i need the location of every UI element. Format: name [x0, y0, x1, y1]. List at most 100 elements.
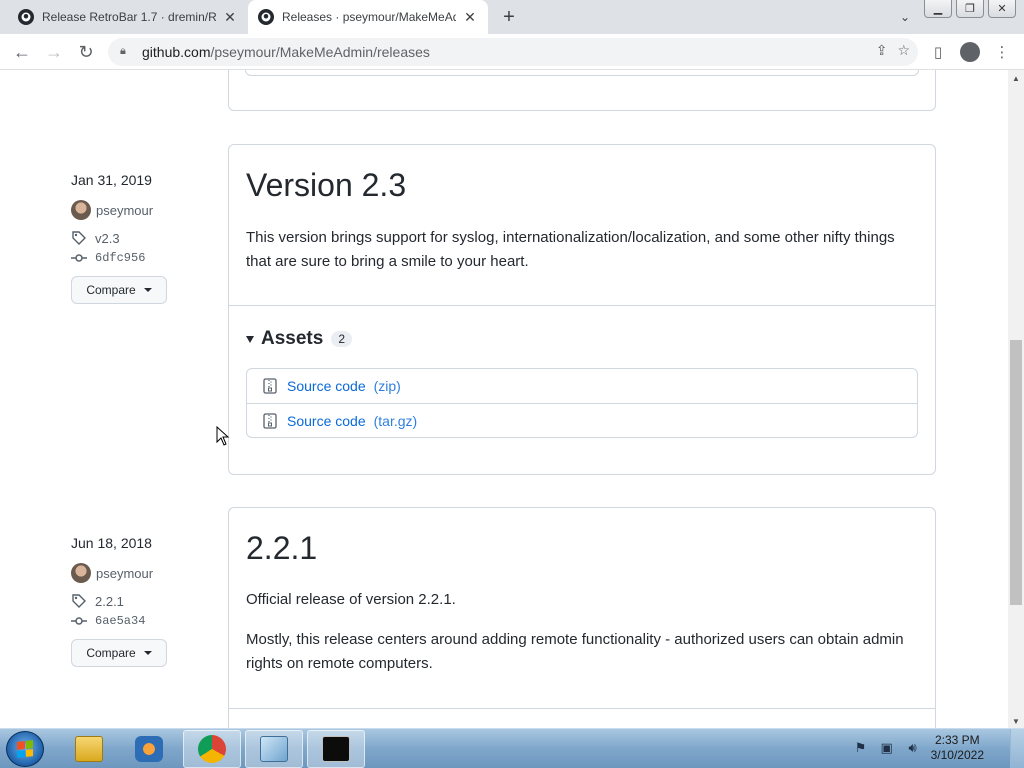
restore-button[interactable]: ❐ — [956, 0, 984, 18]
url-path: /pseymour/MakeMeAdmin/releases — [210, 44, 430, 60]
tab-search-icon[interactable]: ⌄ — [895, 8, 915, 26]
avatar — [71, 200, 91, 220]
release-meta: Jun 18, 2018 pseymour 2.2.1 6ae5a34 Comp… — [71, 535, 167, 667]
asset-row[interactable]: Source code (zip) — [247, 369, 917, 403]
release-body: This version brings support for syslog, … — [246, 226, 918, 274]
page-content: Jan 31, 2019 pseymour v2.3 6dfc956 Compa… — [0, 70, 1008, 728]
release-paragraph: Official release of version 2.2.1. — [246, 591, 456, 608]
file-zip-icon — [263, 412, 277, 429]
minimize-button[interactable]: ▁ — [924, 0, 952, 18]
author-row[interactable]: pseymour — [71, 563, 167, 583]
release-card: Version 2.3 This version brings support … — [228, 144, 936, 475]
divider — [229, 708, 935, 709]
url-host: github.com — [142, 44, 211, 60]
window-close-button[interactable]: ✕ — [988, 0, 1016, 18]
release-title[interactable]: 2.2.1 — [246, 530, 317, 567]
terminal-icon — [322, 736, 350, 762]
release-body: Official release of version 2.2.1. Mostl… — [246, 588, 918, 676]
windows-logo-icon — [17, 740, 33, 758]
address-bar[interactable]: 🔒︎ github.com/pseymour/MakeMeAdmin/relea… — [108, 38, 918, 66]
clock-time: 2:33 PM — [934, 733, 980, 747]
folder-icon — [75, 736, 103, 762]
page-scrollbar[interactable]: ▲ ▼ — [1008, 70, 1024, 728]
share-icon[interactable]: ⇪ — [876, 42, 888, 59]
tag-icon — [71, 230, 89, 246]
tab-releases[interactable]: Releases · pseymour/MakeMeAd ✕ — [248, 0, 488, 34]
asset-list: Source code (zip) Source code (tar.gz) — [246, 368, 918, 438]
scroll-up-icon[interactable]: ▲ — [1012, 74, 1020, 83]
menu-dots-icon[interactable]: ⋮ — [990, 40, 1014, 64]
author-name[interactable]: pseymour — [96, 203, 153, 218]
tag-icon — [71, 593, 89, 609]
author-name[interactable]: pseymour — [96, 566, 153, 581]
taskbar-cmd[interactable] — [307, 730, 365, 768]
chevron-down-icon — [143, 651, 152, 655]
asset-ext[interactable]: (tar.gz) — [374, 413, 418, 429]
commit-sha[interactable]: 6ae5a34 — [95, 614, 145, 628]
tag-row[interactable]: v2.3 — [71, 230, 167, 246]
commit-row[interactable]: 6dfc956 — [71, 250, 167, 266]
tab-title: Release RetroBar 1.7 · dremin/Re — [42, 10, 216, 24]
commit-row[interactable]: 6ae5a34 — [71, 613, 167, 629]
github-icon — [258, 9, 274, 25]
back-icon[interactable]: ← — [10, 40, 34, 64]
compare-label: Compare — [86, 283, 136, 297]
tag-row[interactable]: 2.2.1 — [71, 593, 167, 609]
chevron-down-icon — [143, 288, 152, 292]
release-card: 2.2.1 Official release of version 2.2.1.… — [228, 507, 936, 728]
volume-icon[interactable]: 🔊︎ — [905, 740, 921, 756]
close-icon[interactable]: ✕ — [222, 9, 238, 25]
release-date: Jun 18, 2018 — [71, 535, 152, 551]
media-player-icon — [135, 736, 163, 762]
compare-label: Compare — [86, 646, 136, 660]
asset-link[interactable]: Source code — [287, 378, 366, 394]
tag-name[interactable]: v2.3 — [95, 231, 120, 246]
taskbar-explorer[interactable] — [60, 730, 118, 768]
assets-toggle[interactable]: Assets 2 — [246, 328, 353, 350]
asset-ext[interactable]: (zip) — [374, 378, 401, 394]
asset-list-previous — [245, 70, 919, 76]
window-controls: ▁ ❐ ✕ — [924, 0, 1016, 18]
compare-button[interactable]: Compare — [71, 276, 167, 304]
release-card-previous — [228, 70, 936, 111]
author-row[interactable]: pseymour — [71, 200, 167, 220]
bookmark-star-icon[interactable]: ☆ — [897, 42, 910, 59]
tag-name[interactable]: 2.2.1 — [95, 594, 124, 609]
clock-date: 3/10/2022 — [930, 748, 984, 762]
close-icon[interactable]: ✕ — [462, 9, 478, 25]
profile-icon[interactable] — [958, 40, 982, 64]
clock[interactable]: 2:33 PM 3/10/2022 — [931, 733, 984, 763]
omnibox-actions: ⇪ ☆ — [876, 42, 910, 59]
github-icon — [18, 9, 34, 25]
assets-count-badge: 2 — [331, 331, 353, 347]
release-paragraph: Mostly, this release centers around addi… — [246, 631, 904, 672]
taskbar-media-player[interactable] — [120, 730, 178, 768]
asset-row[interactable]: Source code (tar.gz) — [247, 403, 917, 437]
asset-link[interactable]: Source code — [287, 413, 366, 429]
release-title[interactable]: Version 2.3 — [246, 167, 406, 204]
tab-retrobar[interactable]: Release RetroBar 1.7 · dremin/Re ✕ — [8, 0, 248, 34]
assets-label: Assets — [261, 328, 324, 349]
reload-icon[interactable]: ↻ — [74, 40, 98, 64]
new-tab-button[interactable]: + — [498, 6, 520, 28]
lock-icon: 🔒︎ — [120, 45, 126, 57]
system-tray: ⚑ ▣ 🔊︎ 2:33 PM 3/10/2022 — [853, 733, 984, 763]
scroll-down-icon[interactable]: ▼ — [1012, 717, 1020, 726]
start-button[interactable] — [6, 731, 44, 767]
compare-button[interactable]: Compare — [71, 639, 167, 667]
notepad-icon — [260, 736, 288, 762]
action-center-icon[interactable]: ⚑ — [853, 740, 869, 756]
taskbar-notepad[interactable] — [245, 730, 303, 768]
forward-icon[interactable]: → — [42, 40, 66, 64]
show-desktop-button[interactable] — [1010, 729, 1024, 768]
avatar — [71, 563, 91, 583]
release-meta: Jan 31, 2019 pseymour v2.3 6dfc956 Compa… — [71, 172, 167, 304]
network-icon[interactable]: ▣ — [879, 740, 895, 756]
commit-sha[interactable]: 6dfc956 — [95, 251, 145, 265]
scrollbar-thumb[interactable] — [1010, 340, 1022, 605]
taskbar-chrome[interactable] — [183, 730, 241, 768]
release-paragraph: This version brings support for syslog, … — [246, 229, 895, 270]
side-panel-icon[interactable]: ▯ — [926, 40, 950, 64]
commit-icon — [71, 613, 89, 629]
tab-strip: Release RetroBar 1.7 · dremin/Re ✕ Relea… — [0, 0, 1024, 34]
